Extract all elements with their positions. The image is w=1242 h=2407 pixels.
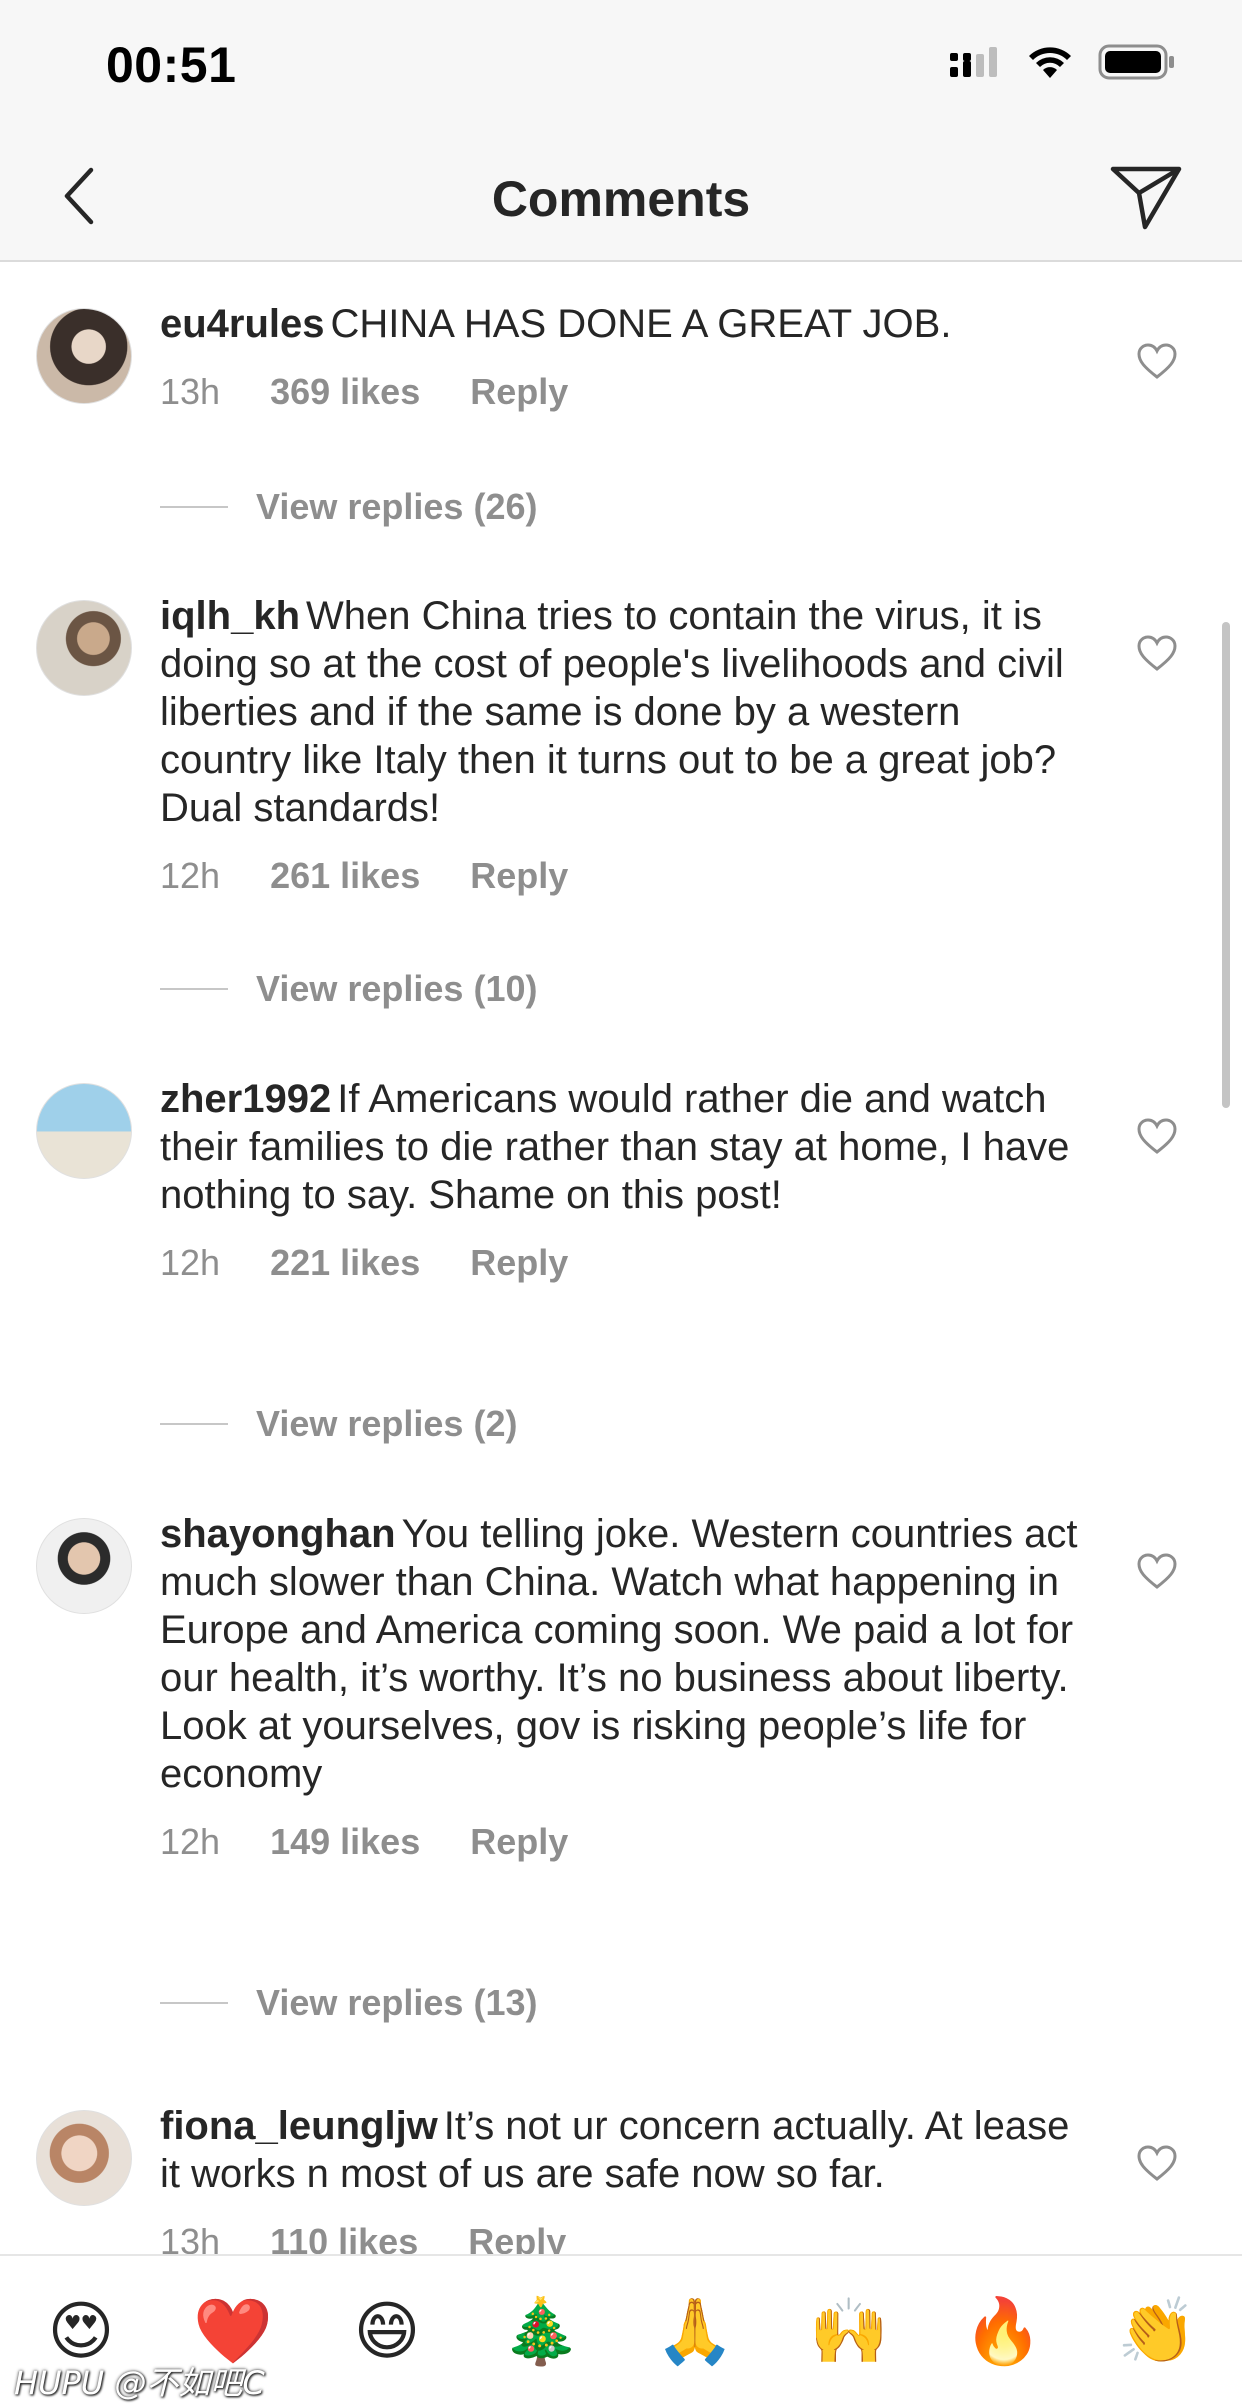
- replies-divider-line: [160, 988, 228, 990]
- emoji-christmas-tree[interactable]: 🎄: [496, 2296, 586, 2368]
- comment-likes[interactable]: 261 likes: [270, 854, 420, 898]
- status-icons: [950, 44, 1176, 80]
- comment-time: 13h: [160, 371, 221, 412]
- status-time: 00:51: [106, 37, 237, 93]
- comment-meta: 13h 369 likes Reply: [160, 370, 1080, 414]
- cellular-signal-icon: [950, 47, 997, 77]
- comment-time: 12h: [160, 1242, 221, 1283]
- comment-text-line: eu4rules CHINA HAS DONE A GREAT JOB.: [160, 300, 1080, 348]
- view-replies-label: View replies (10): [256, 968, 538, 1009]
- comment-text-line: fiona_leungljw It’s not ur concern actual…: [160, 2102, 1080, 2198]
- comment-username[interactable]: zher1992: [160, 1077, 331, 1121]
- paper-plane-icon: [1110, 166, 1182, 230]
- comment-username[interactable]: iqlh_kh: [160, 594, 300, 638]
- comment-time: 13h: [160, 2221, 221, 2254]
- emoji-clapping[interactable]: 👏: [1112, 2296, 1202, 2368]
- comment-text-line: zher1992 If Americans would rather die an…: [160, 1075, 1080, 1219]
- wifi-icon: [1029, 47, 1071, 78]
- comment-body: zher1992 If Americans would rather die an…: [160, 1075, 1080, 1285]
- avatar[interactable]: [36, 2110, 132, 2206]
- comment-username[interactable]: shayonghan: [160, 1512, 396, 1556]
- comment-username[interactable]: fiona_leungljw: [160, 2104, 438, 2148]
- comment-body: shayonghan You telling joke. Western coun…: [160, 1510, 1080, 1864]
- replies-divider-line: [160, 2002, 228, 2004]
- reply-button[interactable]: Reply: [470, 854, 568, 898]
- comment-text-line: shayonghan You telling joke. Western coun…: [160, 1510, 1080, 1798]
- header-bar: Comments: [0, 130, 1242, 262]
- comment-meta: 12h 149 likes Reply: [160, 1820, 1080, 1864]
- comment-body: iqlh_kh When China tries to contain the v…: [160, 592, 1080, 898]
- comment-meta: 12h 221 likes Reply: [160, 1241, 1080, 1285]
- watermark: HUPU @不如吧C: [14, 2364, 265, 2402]
- emoji-raising-hands[interactable]: 🙌: [804, 2296, 894, 2368]
- comment-likes[interactable]: 221 likes: [270, 1241, 420, 1285]
- scrollbar[interactable]: [1222, 622, 1230, 1108]
- replies-divider-line: [160, 1423, 228, 1425]
- comment-meta: 13h 110 likes Reply: [160, 2220, 1080, 2254]
- view-replies-button[interactable]: View replies (2): [160, 1403, 517, 1445]
- heart-icon[interactable]: [1136, 1552, 1178, 1590]
- reply-button[interactable]: Reply: [470, 1820, 568, 1864]
- reply-button[interactable]: Reply: [468, 2220, 566, 2254]
- heart-icon[interactable]: [1136, 2144, 1178, 2182]
- status-bar: 00:51: [0, 0, 1242, 130]
- comment-likes[interactable]: 110 likes: [270, 2220, 418, 2254]
- comment-meta: 12h 261 likes Reply: [160, 854, 1080, 898]
- reply-button[interactable]: Reply: [470, 370, 568, 414]
- comment-list[interactable]: eu4rules CHINA HAS DONE A GREAT JOB. 13h …: [0, 264, 1242, 2254]
- avatar[interactable]: [36, 600, 132, 696]
- view-replies-label: View replies (13): [256, 1982, 538, 2023]
- comment-time: 12h: [160, 1821, 221, 1862]
- heart-icon[interactable]: [1136, 1117, 1178, 1155]
- battery-icon: [1098, 44, 1174, 80]
- share-button[interactable]: [1106, 160, 1186, 234]
- comment-likes[interactable]: 149 likes: [270, 1820, 420, 1864]
- replies-divider-line: [160, 506, 228, 508]
- heart-icon[interactable]: [1136, 342, 1178, 380]
- view-replies-label: View replies (2): [256, 1403, 518, 1444]
- avatar[interactable]: [36, 1083, 132, 1179]
- reply-button[interactable]: Reply: [470, 1241, 568, 1285]
- comment-text: CHINA HAS DONE A GREAT JOB.: [330, 302, 952, 346]
- avatar[interactable]: [36, 1518, 132, 1614]
- view-replies-button[interactable]: View replies (26): [160, 486, 537, 528]
- avatar[interactable]: [36, 308, 132, 404]
- comment-body: fiona_leungljw It’s not ur concern actual…: [160, 2102, 1080, 2254]
- comment-username[interactable]: eu4rules: [160, 302, 325, 346]
- heart-icon[interactable]: [1136, 634, 1178, 672]
- view-replies-label: View replies (26): [256, 486, 538, 527]
- page-title: Comments: [491, 171, 751, 227]
- comment-time: 12h: [160, 855, 221, 896]
- comment-text-line: iqlh_kh When China tries to contain the v…: [160, 592, 1080, 832]
- emoji-folded-hands[interactable]: 🙏: [650, 2296, 740, 2368]
- comment-body: eu4rules CHINA HAS DONE A GREAT JOB. 13h …: [160, 300, 1080, 414]
- view-replies-button[interactable]: View replies (10): [160, 968, 537, 1010]
- comment-likes[interactable]: 369 likes: [270, 370, 420, 414]
- emoji-grinning[interactable]: 😄: [342, 2296, 432, 2368]
- view-replies-button[interactable]: View replies (13): [160, 1982, 537, 2024]
- emoji-fire[interactable]: 🔥: [958, 2296, 1048, 2368]
